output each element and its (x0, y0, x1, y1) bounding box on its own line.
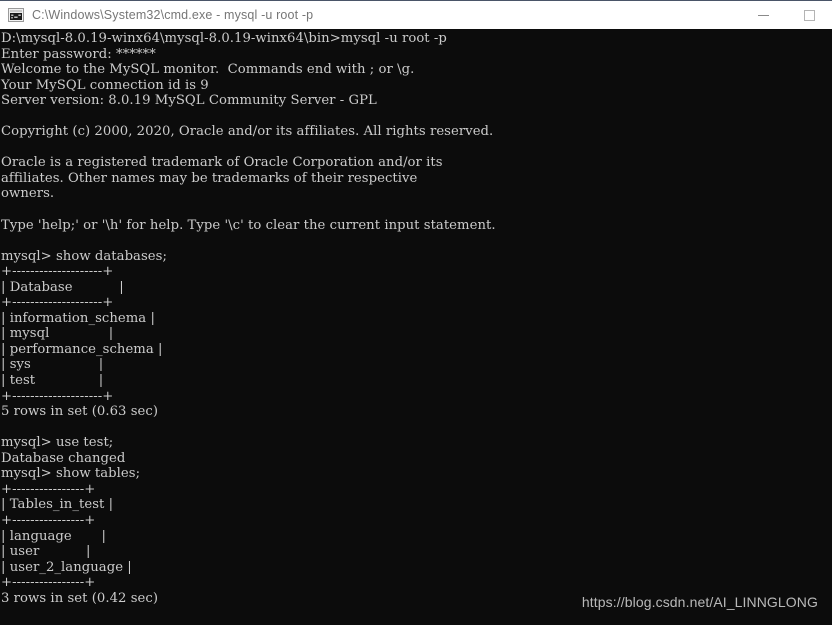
cmd-console-icon (8, 8, 24, 22)
watermark-text: https://blog.csdn.net/AI_LINNGLONG (581, 594, 818, 610)
maximize-button[interactable] (786, 1, 832, 29)
console-output-text: D:\mysql-8.0.19-winx64\mysql-8.0.19-winx… (1, 31, 496, 606)
window-controls (740, 1, 832, 29)
maximize-icon (803, 9, 815, 21)
window-title: C:\Windows\System32\cmd.exe - mysql -u r… (32, 8, 314, 22)
cmd-window: C:\Windows\System32\cmd.exe - mysql -u r… (0, 0, 832, 625)
minimize-button[interactable] (740, 1, 786, 29)
minimize-icon (757, 14, 769, 16)
title-bar[interactable]: C:\Windows\System32\cmd.exe - mysql -u r… (0, 0, 832, 29)
console-screen[interactable]: D:\mysql-8.0.19-winx64\mysql-8.0.19-winx… (0, 29, 832, 625)
